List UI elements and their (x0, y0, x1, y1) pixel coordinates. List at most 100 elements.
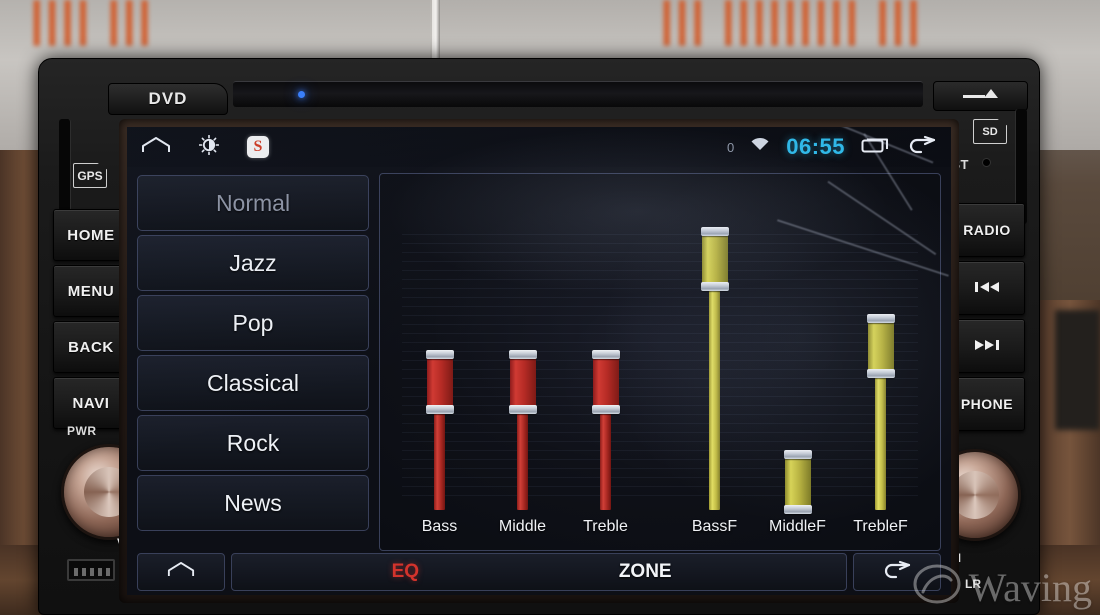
home-hard-button[interactable]: HOME (53, 209, 129, 261)
gps-slot-label: GPS (73, 163, 107, 188)
fader-middlef[interactable]: MiddleF (756, 174, 839, 536)
nav-mode-bar[interactable]: EQ ZONE (231, 553, 847, 591)
fader-stem-middle (517, 410, 528, 510)
preset-item-pop[interactable]: Pop (137, 295, 369, 351)
fader-label-treble: Treble (583, 518, 628, 535)
fader-track-middle[interactable] (481, 210, 564, 510)
fader-handle-middlef[interactable] (783, 450, 812, 514)
reset-button[interactable] (982, 158, 991, 167)
knob-cap-mid-icon (700, 282, 729, 291)
fader-handle-bass[interactable] (425, 350, 454, 510)
preset-item-news[interactable]: News (137, 475, 369, 531)
nav-home-button[interactable] (137, 553, 225, 591)
fader-stem-bassf (709, 287, 720, 510)
fader-handle-bassf[interactable] (700, 227, 729, 510)
status-clock: 06:55 (786, 134, 845, 159)
fader-knob-treblef[interactable] (866, 314, 895, 378)
usb-port[interactable] (67, 559, 115, 581)
knob-cap-top-icon (508, 350, 537, 359)
preset-item-classical[interactable]: Classical (137, 355, 369, 411)
recents-icon[interactable] (861, 136, 891, 159)
wifi-icon (750, 137, 770, 157)
fader-stem-treble (600, 410, 611, 510)
back-arrow-icon (882, 560, 912, 585)
fader-handle-treble[interactable] (591, 350, 620, 510)
knob-cap-mid-icon (425, 405, 454, 414)
background-banner-left: |||| ||| (30, 0, 154, 46)
equalizer-body: Normal Jazz Pop Classical Rock News Bass… (127, 167, 951, 551)
touchscreen[interactable]: S 0 06:55 Normal Jazz Pop Classical Rock… (127, 127, 951, 595)
fader-track-bass[interactable] (398, 210, 481, 510)
knob-cap-top-icon (866, 314, 895, 323)
eject-icon (962, 86, 1000, 107)
fader-knob-treble[interactable] (591, 350, 620, 414)
fader-track-bassf[interactable] (673, 210, 756, 510)
fader-track-treble[interactable] (564, 210, 647, 510)
sd-slot-label: SD (973, 119, 1007, 144)
next-track-icon (972, 337, 1002, 356)
left-button-column: HOME MENU BACK NAVI (53, 209, 129, 433)
fader-track-treblef[interactable] (839, 210, 922, 510)
next-track-hard-button[interactable] (949, 319, 1025, 373)
fader-label-treblef: TrebleF (853, 518, 908, 535)
top-strip: DVD (53, 69, 1028, 115)
fader-knob-middlef[interactable] (783, 450, 812, 514)
fader-handle-middle[interactable] (508, 350, 537, 510)
status-bar: S 0 06:55 (127, 127, 951, 167)
fader-knob-bassf[interactable] (700, 227, 729, 291)
status-bar-left: S (141, 134, 269, 160)
right-button-column: RADIO PHONE (949, 203, 1025, 435)
nav-zone-button[interactable]: ZONE (619, 561, 672, 583)
fader-track-middlef[interactable] (756, 210, 839, 514)
power-label: PWR (67, 424, 97, 438)
fader-label-middle: Middle (498, 518, 547, 535)
home-icon[interactable] (141, 136, 171, 159)
navi-hard-button[interactable]: NAVI (53, 377, 129, 429)
knob-cap-top-icon (425, 350, 454, 359)
dvd-button[interactable]: DVD (108, 83, 228, 115)
back-hard-button[interactable]: BACK (53, 321, 129, 373)
preset-item-jazz[interactable]: Jazz (137, 235, 369, 291)
fader-bass[interactable]: Bass (398, 174, 481, 536)
fader-treblef[interactable]: TrebleF (839, 174, 922, 536)
home-icon (167, 561, 195, 583)
menu-hard-button[interactable]: MENU (53, 265, 129, 317)
knob-cap-top-icon (700, 227, 729, 236)
knob-cap-mid-icon (508, 405, 537, 414)
brightness-icon[interactable] (198, 134, 220, 160)
phone-hard-button[interactable]: PHONE (949, 377, 1025, 431)
fader-middle[interactable]: Middle (481, 174, 564, 536)
fader-stem-treblef (875, 374, 886, 510)
fader-treble[interactable]: Treble (564, 174, 647, 536)
back-arrow-icon[interactable] (907, 135, 937, 160)
disc-slot[interactable] (233, 81, 923, 107)
fader-handle-treblef[interactable] (866, 314, 895, 510)
eject-button[interactable] (933, 81, 1028, 111)
slot-led-indicator (298, 91, 305, 98)
car-stereo-head-unit: DVD GPS MIC HOME MENU BACK (38, 58, 1040, 615)
preset-item-normal[interactable]: Normal (137, 175, 369, 231)
knob-cap-mid-icon (866, 369, 895, 378)
knob-cap-mid-icon (783, 505, 812, 514)
nav-back-button[interactable] (853, 553, 941, 591)
background-banner-right: ||| ||||||||| ||| (660, 0, 923, 46)
status-bar-right: 0 06:55 (727, 134, 937, 160)
app-shortcut-icon[interactable]: S (247, 136, 269, 158)
fader-label-bass: Bass (421, 518, 458, 535)
fader-group: Bass Middle Treble BassF MiddleF TrebleF (398, 174, 922, 542)
previous-track-hard-button[interactable] (949, 261, 1025, 315)
fader-knob-bass[interactable] (425, 350, 454, 414)
nav-eq-button[interactable]: EQ (392, 561, 419, 583)
previous-track-icon (972, 279, 1002, 298)
eq-slider-panel: Bass Middle Treble BassF MiddleF TrebleF (379, 173, 941, 551)
fader-label-bassf: BassF (691, 518, 738, 535)
fader-knob-middle[interactable] (508, 350, 537, 414)
knob-cap-top-icon (591, 350, 620, 359)
background-object (1055, 310, 1100, 430)
lr-label: LR (965, 577, 981, 591)
radio-hard-button[interactable]: RADIO (949, 203, 1025, 257)
fader-bassf[interactable]: BassF (673, 174, 756, 536)
preset-item-rock[interactable]: Rock (137, 415, 369, 471)
bottom-navigation-bar: EQ ZONE (127, 551, 951, 595)
fader-stem-bass (434, 410, 445, 510)
